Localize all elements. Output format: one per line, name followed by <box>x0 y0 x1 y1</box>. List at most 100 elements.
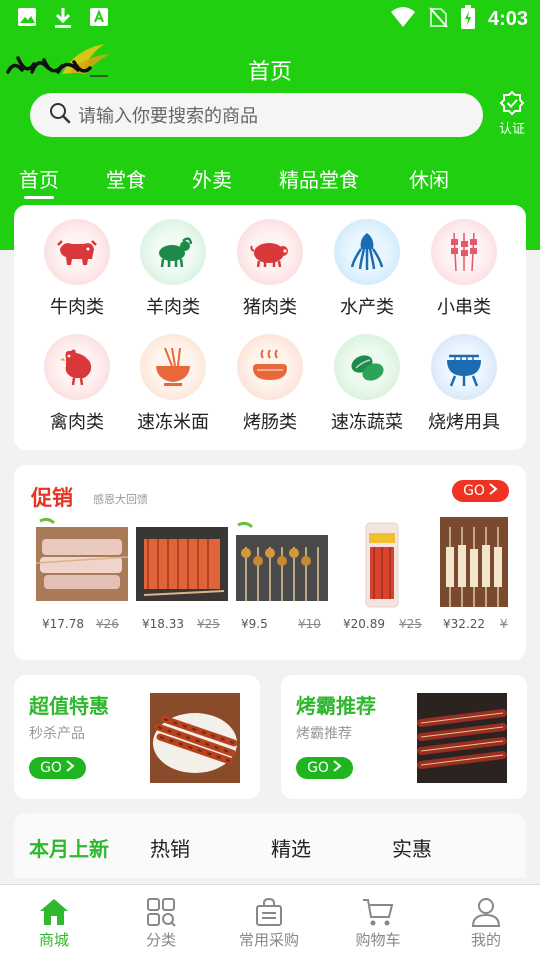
tab-leisure[interactable]: 休闲 <box>409 164 449 193</box>
chevron-right-icon <box>488 483 498 499</box>
promo-subtitle: 感恩大回馈 <box>93 493 148 506</box>
tab-selected[interactable]: 精选 <box>271 833 311 862</box>
tab-affordable[interactable]: 实惠 <box>392 833 432 862</box>
nav-label: 常用采购 <box>238 931 299 949</box>
wifi-icon <box>390 6 416 32</box>
category-label: 羊肉类 <box>146 297 200 318</box>
feature-image <box>417 693 507 783</box>
no-sim-icon <box>428 6 448 32</box>
product-old-price: ¥ <box>500 617 508 631</box>
category-label: 小串类 <box>437 297 491 318</box>
tab-hot-sales[interactable]: 热销 <box>150 833 190 862</box>
category-label: 速冻蔬菜 <box>331 412 403 433</box>
squid-icon <box>334 219 400 285</box>
promo-go-button[interactable]: GO <box>452 480 509 502</box>
feature-card-deals[interactable]: 超值特惠 秒杀产品 GO <box>14 675 260 799</box>
tab-takeout[interactable]: 外卖 <box>192 164 232 193</box>
category-label: 牛肉类 <box>50 297 104 318</box>
certify-label: 认证 <box>498 122 525 137</box>
status-time: 4:03 <box>487 7 528 30</box>
category-small-skewers[interactable]: 小串类 <box>416 219 512 319</box>
product-image[interactable] <box>336 517 428 609</box>
promo-title: 促销 <box>31 486 73 510</box>
product-old-price: ¥25 <box>197 617 220 631</box>
category-grid: 牛肉类 羊肉类 猪肉类 水产类 小串类 禽肉类 速冻米面 烤肠类 速冻蔬菜 烧烤… <box>14 205 526 450</box>
category-sausage[interactable]: 烤肠类 <box>222 334 318 434</box>
chicken-icon <box>44 334 110 400</box>
category-tabs: 首页 堂食 外卖 精品堂食 休闲 <box>0 160 540 200</box>
nav-label: 我的 <box>470 931 501 949</box>
tab-premium-dine-in[interactable]: 精品堂食 <box>279 164 359 193</box>
product-old-price: ¥25 <box>399 617 422 631</box>
feature-image <box>150 693 240 783</box>
product-price: ¥20.89 <box>343 617 385 631</box>
home-icon <box>14 897 94 927</box>
category-label: 烤肠类 <box>243 412 297 433</box>
cart-icon <box>338 897 418 927</box>
bottom-navigation: 商城 分类 常用采购 购物车 我的 <box>0 884 540 960</box>
download-notification-icon <box>52 6 74 34</box>
tab-dine-in[interactable]: 堂食 <box>106 164 146 193</box>
feature-title: 烤霸推荐 <box>296 694 376 718</box>
product-image[interactable] <box>236 517 328 609</box>
category-label: 烧烤用具 <box>428 412 500 433</box>
search-input[interactable]: 请输入你要搜索的商品 <box>30 93 483 137</box>
nav-frequent-purchases[interactable]: 常用采购 <box>229 897 309 950</box>
nav-cart[interactable]: 购物车 <box>338 897 418 950</box>
app-notification-icon <box>88 6 110 34</box>
product-old-price: ¥26 <box>96 617 119 631</box>
feature-subtitle: 烤霸推荐 <box>296 726 352 742</box>
category-frozen-vegetables[interactable]: 速冻蔬菜 <box>319 334 415 434</box>
sheep-icon <box>140 219 206 285</box>
nav-profile[interactable]: 我的 <box>446 897 526 950</box>
grill-icon <box>431 334 497 400</box>
category-seafood[interactable]: 水产类 <box>319 219 415 319</box>
search-icon <box>48 101 72 129</box>
bag-icon <box>229 897 309 927</box>
status-bar: 4:03 <box>0 0 540 36</box>
vegetable-icon <box>334 334 400 400</box>
image-notification-icon <box>16 6 38 34</box>
search-placeholder: 请输入你要搜索的商品 <box>78 106 258 127</box>
nav-label: 商城 <box>38 931 69 949</box>
category-pork[interactable]: 猪肉类 <box>222 219 318 319</box>
nav-label: 购物车 <box>355 931 401 949</box>
category-poultry[interactable]: 禽肉类 <box>29 334 125 434</box>
cow-icon <box>44 219 110 285</box>
product-image[interactable] <box>35 517 129 609</box>
category-bbq-tools[interactable]: 烧烤用具 <box>416 334 512 434</box>
certify-button[interactable]: 认证 <box>494 90 530 137</box>
category-label: 速冻米面 <box>137 412 209 433</box>
recommend-go-button[interactable]: GO <box>296 757 353 779</box>
tab-home[interactable]: 首页 <box>19 164 59 193</box>
feature-card-recommend[interactable]: 烤霸推荐 烤霸推荐 GO <box>281 675 527 799</box>
grid-icon <box>121 897 201 927</box>
category-label: 水产类 <box>340 297 394 318</box>
chevron-right-icon <box>65 760 75 776</box>
promo-section: 促销 感恩大回馈 GO ¥17.78 ¥26 ¥18.33 ¥25 ¥9.5 ¥… <box>14 465 526 660</box>
product-filter-tabs: 本月上新 热销 精选 实惠 <box>14 813 526 878</box>
chevron-right-icon <box>332 760 342 776</box>
pig-icon <box>237 219 303 285</box>
category-beef[interactable]: 牛肉类 <box>29 219 125 319</box>
go-label: GO <box>307 760 329 776</box>
battery-icon <box>460 5 476 33</box>
product-image[interactable] <box>136 517 228 609</box>
nav-mall[interactable]: 商城 <box>14 897 94 950</box>
product-price: ¥17.78 <box>42 617 84 631</box>
category-lamb[interactable]: 羊肉类 <box>125 219 221 319</box>
sausage-icon <box>237 334 303 400</box>
category-label: 猪肉类 <box>243 297 297 318</box>
category-frozen-noodles[interactable]: 速冻米面 <box>125 334 221 434</box>
product-image[interactable] <box>436 517 508 609</box>
go-label: GO <box>463 483 485 499</box>
deals-go-button[interactable]: GO <box>29 757 86 779</box>
tab-indicator <box>24 196 54 199</box>
product-price: ¥9.5 <box>241 617 268 631</box>
noodle-bowl-icon <box>140 334 206 400</box>
product-price: ¥32.22 <box>443 617 485 631</box>
tab-new-this-month[interactable]: 本月上新 <box>29 833 109 862</box>
product-price: ¥18.33 <box>142 617 184 631</box>
nav-categories[interactable]: 分类 <box>121 897 201 950</box>
go-label: GO <box>40 760 62 776</box>
